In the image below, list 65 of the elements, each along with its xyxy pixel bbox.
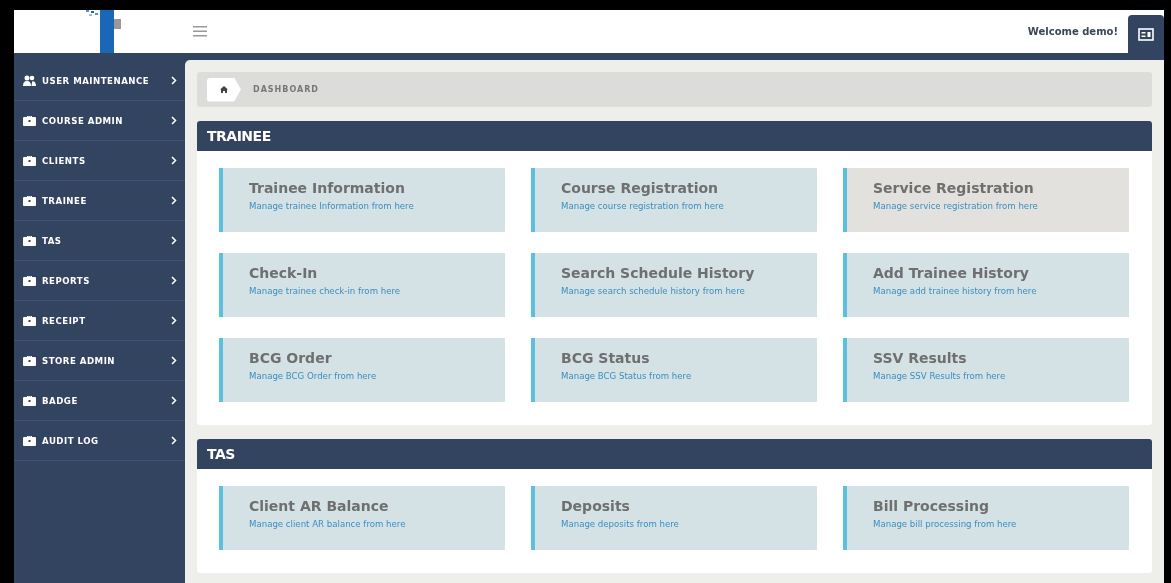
home-icon <box>220 86 228 93</box>
card-title: Add Trainee History <box>873 265 1029 281</box>
card-title: Deposits <box>561 498 630 514</box>
briefcase-icon <box>23 355 36 366</box>
chevron-icon <box>171 316 177 325</box>
card-title: SSV Results <box>873 350 967 366</box>
dashboard-card[interactable]: Add Trainee History Manage add trainee history from here <box>843 253 1129 317</box>
dashboard-card[interactable]: Bill Processing Manage bill processing from here <box>843 486 1129 550</box>
card-title: Search Schedule History <box>561 265 755 281</box>
id-card-icon <box>1138 27 1154 41</box>
dashboard-card[interactable]: SSV Results Manage SSV Results from here <box>843 338 1129 402</box>
card-subtitle: Manage service registration from here <box>873 201 1038 211</box>
section-title: TRAINEE <box>197 121 1152 151</box>
briefcase-icon <box>23 155 36 166</box>
dashboard-card[interactable]: Search Schedule History Manage search schedule history from here <box>531 253 817 317</box>
card-subtitle: Manage SSV Results from here <box>873 371 1006 381</box>
card-subtitle: Manage client AR balance from here <box>249 519 406 529</box>
dashboard-card[interactable]: Client AR Balance Manage client AR balance from here <box>219 486 505 550</box>
welcome-text: Welcome demo! <box>1027 26 1118 37</box>
chevron-icon <box>171 436 177 445</box>
users-icon <box>23 75 36 86</box>
briefcase-icon <box>23 395 36 406</box>
card-subtitle: Manage trainee Information from here <box>249 201 414 211</box>
chevron-icon <box>171 76 177 85</box>
briefcase-icon <box>23 275 36 286</box>
card-title: Trainee Information <box>249 180 405 196</box>
chevron-icon <box>171 396 177 405</box>
briefcase-icon <box>23 235 36 246</box>
profile-button[interactable] <box>1128 15 1164 53</box>
chevron-icon <box>171 196 177 205</box>
briefcase-icon <box>23 195 36 206</box>
card-subtitle: Manage BCG Status from here <box>561 371 692 381</box>
home-crumb[interactable] <box>207 77 241 102</box>
menu-icon[interactable] <box>193 26 207 37</box>
breadcrumb-current: DASHBOARD <box>253 85 319 94</box>
dashboard-card[interactable]: BCG Status Manage BCG Status from here <box>531 338 817 402</box>
chevron-icon <box>171 116 177 125</box>
dashboard-card[interactable]: Check-In Manage trainee check-in from here <box>219 253 505 317</box>
dashboard-card[interactable]: Service Registration Manage service registration from here <box>843 168 1129 232</box>
dashboard-card[interactable]: Deposits Manage deposits from here <box>531 486 817 550</box>
card-title: Bill Processing <box>873 498 989 514</box>
card-subtitle: Manage course registration from here <box>561 201 724 211</box>
card-title: Service Registration <box>873 180 1034 196</box>
briefcase-icon <box>23 115 36 126</box>
card-title: BCG Status <box>561 350 650 366</box>
chevron-icon <box>171 236 177 245</box>
dashboard-card[interactable]: Trainee Information Manage trainee Information from here <box>219 168 505 232</box>
briefcase-icon <box>23 435 36 446</box>
card-subtitle: Manage deposits from here <box>561 519 679 529</box>
briefcase-icon <box>23 315 36 326</box>
card-subtitle: Manage trainee check-in from here <box>249 286 401 296</box>
card-subtitle: Manage add trainee history from here <box>873 286 1037 296</box>
chevron-icon <box>171 276 177 285</box>
card-title: Course Registration <box>561 180 718 196</box>
card-title: BCG Order <box>249 350 332 366</box>
chevron-icon <box>171 356 177 365</box>
card-subtitle: Manage search schedule history from here <box>561 286 745 296</box>
card-title: Client AR Balance <box>249 498 389 514</box>
card-subtitle: Manage BCG Order from here <box>249 371 377 381</box>
chevron-icon <box>171 156 177 165</box>
dashboard-card[interactable]: BCG Order Manage BCG Order from here <box>219 338 505 402</box>
dashboard-card[interactable]: Course Registration Manage course registration from here <box>531 168 817 232</box>
card-subtitle: Manage bill processing from here <box>873 519 1017 529</box>
section-title: TAS <box>197 439 1152 469</box>
card-title: Check-In <box>249 265 318 281</box>
